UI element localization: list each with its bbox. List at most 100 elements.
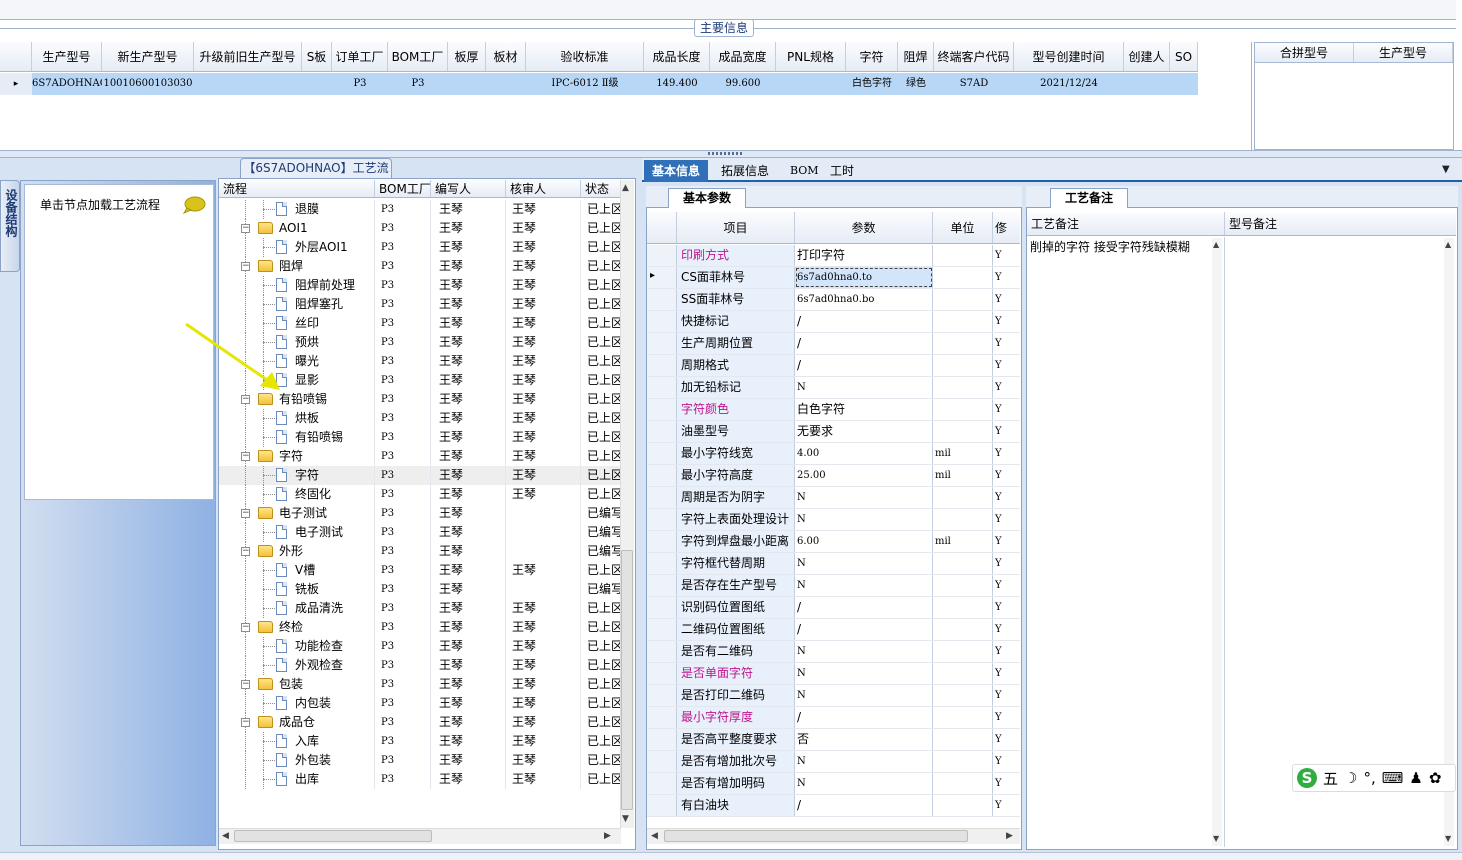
param-row[interactable]: 是否存在生产型号 N Y: [647, 575, 1020, 597]
process-tree-row[interactable]: − 成品仓 P3 王琴 王琴 已上区: [219, 713, 621, 732]
punctuation-icon[interactable]: °,: [1363, 769, 1375, 787]
param-unit-cell[interactable]: [933, 663, 993, 684]
param-modify-flag[interactable]: Y: [993, 311, 1019, 332]
collapse-toggle-icon[interactable]: −: [241, 718, 250, 727]
scroll-left-icon[interactable]: ◀: [222, 831, 229, 841]
param-modify-flag[interactable]: Y: [993, 729, 1019, 750]
param-unit-cell[interactable]: [933, 553, 993, 574]
process-node[interactable]: 外层AOI1: [219, 238, 375, 257]
param-modify-flag[interactable]: Y: [993, 707, 1019, 728]
main-col-header[interactable]: 成品长度: [644, 42, 710, 71]
ime-mode[interactable]: 五: [1323, 768, 1338, 789]
process-node[interactable]: 电子测试: [219, 523, 375, 542]
param-unit-cell[interactable]: [933, 773, 993, 794]
main-col-header[interactable]: 板厚: [448, 42, 486, 71]
splitter-grip-icon[interactable]: [708, 152, 742, 155]
param-unit-cell[interactable]: [933, 399, 993, 420]
scroll-right-icon[interactable]: ▶: [604, 831, 611, 841]
process-node[interactable]: − 电子测试: [219, 504, 375, 523]
process-tree-row[interactable]: − 外形 P3 王琴 已编写: [219, 542, 621, 561]
scroll-down-icon[interactable]: ▼: [1213, 834, 1219, 843]
main-cell[interactable]: [1124, 73, 1170, 95]
main-cell[interactable]: [302, 73, 332, 95]
model-remark-scrollbar[interactable]: [1444, 238, 1454, 846]
process-node[interactable]: − 终检: [219, 618, 375, 637]
param-row[interactable]: 是否高平整度要求否 Y: [647, 729, 1020, 751]
main-col-header[interactable]: SO: [1170, 42, 1198, 71]
process-flow-tab[interactable]: 【6S7ADOHNAO】工艺流程: [240, 158, 392, 193]
param-modify-flag[interactable]: Y: [993, 619, 1019, 640]
param-modify-flag[interactable]: Y: [993, 443, 1019, 464]
process-remark-tab[interactable]: 工艺备注: [1050, 188, 1128, 208]
main-col-header[interactable]: 终端客户代码: [934, 42, 1014, 71]
main-info-grid[interactable]: 生产型号 新生产型号 升级前旧生产型号 S板 订单工厂 BOM工厂 板厚 板材 验收标准 成品长度…: [0, 42, 1252, 150]
row-indicator[interactable]: [647, 377, 677, 398]
main-col-header[interactable]: PNL规格: [776, 42, 846, 71]
param-row[interactable]: 字符框代替周期 N Y: [647, 553, 1020, 575]
scroll-left-icon[interactable]: ◀: [651, 831, 658, 841]
param-row[interactable]: 印刷方式 打印字符 Y: [647, 245, 1020, 267]
param-unit-cell[interactable]: [933, 795, 993, 816]
param-row[interactable]: 识别码位置图纸 / Y: [647, 597, 1020, 619]
tab-work-hours[interactable]: 工时: [822, 160, 862, 182]
collapse-toggle-icon[interactable]: −: [241, 395, 250, 404]
param-row[interactable]: 最小字符厚度 / Y: [647, 707, 1020, 729]
row-indicator[interactable]: [647, 531, 677, 552]
row-indicator[interactable]: [647, 355, 677, 376]
main-col-header[interactable]: 阻焊: [898, 42, 934, 71]
param-value-cell[interactable]: N: [795, 553, 933, 574]
param-row[interactable]: 加无铅标记 N Y: [647, 377, 1020, 399]
process-node[interactable]: 终固化: [219, 485, 375, 504]
process-tree-row[interactable]: 铣板 P3 王琴 已编写: [219, 580, 621, 599]
param-value-cell[interactable]: 6s7ad0hna0.to: [795, 267, 933, 288]
param-modify-flag[interactable]: Y: [993, 267, 1019, 288]
param-row[interactable]: 是否有增加批次号 N Y: [647, 751, 1020, 773]
process-tree-row[interactable]: 外层AOI1 P3 王琴 王琴 已上区: [219, 238, 621, 257]
row-indicator[interactable]: [647, 311, 677, 332]
process-node[interactable]: 功能检查: [219, 637, 375, 656]
param-value-cell[interactable]: N: [795, 487, 933, 508]
main-col-header[interactable]: 验收标准: [526, 42, 644, 71]
equipment-structure-tab[interactable]: 设备结构: [0, 180, 20, 272]
row-indicator[interactable]: [647, 663, 677, 684]
main-cell[interactable]: 6S7ADOHNAO: [32, 73, 102, 95]
process-node[interactable]: − 字符: [219, 447, 375, 466]
keyboard-icon[interactable]: ⌨: [1382, 769, 1404, 787]
param-row[interactable]: 是否有增加明码 N Y: [647, 773, 1020, 795]
row-indicator[interactable]: [647, 641, 677, 662]
row-indicator[interactable]: [647, 619, 677, 640]
process-tree-row[interactable]: 阻焊塞孔 P3 王琴 王琴 已上区: [219, 295, 621, 314]
collapse-toggle-icon[interactable]: −: [241, 262, 250, 271]
process-tree-row[interactable]: − 电子测试 P3 王琴 已编写: [219, 504, 621, 523]
scroll-down-icon[interactable]: ▼: [622, 814, 629, 824]
param-row[interactable]: ▸ CS面菲林号 6s7ad0hna0.to Y: [647, 267, 1020, 289]
main-col-header[interactable]: 新生产型号: [102, 42, 194, 71]
param-unit-cell[interactable]: mil: [933, 531, 993, 552]
process-node[interactable]: 成品清洗: [219, 599, 375, 618]
row-indicator[interactable]: ▸: [647, 267, 677, 288]
main-col-header[interactable]: 型号创建时间: [1014, 42, 1124, 71]
param-modify-flag[interactable]: Y: [993, 289, 1019, 310]
param-unit-cell[interactable]: [933, 685, 993, 706]
scroll-down-icon[interactable]: ▼: [1445, 834, 1451, 843]
param-unit-cell[interactable]: [933, 267, 993, 288]
col-modify[interactable]: 俢: [993, 212, 1019, 243]
main-col-header[interactable]: 字符: [846, 42, 898, 71]
param-modify-flag[interactable]: Y: [993, 421, 1019, 442]
col-model-remark[interactable]: 型号备注: [1225, 212, 1456, 235]
col-status[interactable]: 状态: [581, 180, 621, 197]
param-unit-cell[interactable]: [933, 487, 993, 508]
param-row[interactable]: 字符到焊盘最小距离 6.00 mil Y: [647, 531, 1020, 553]
param-row[interactable]: 有白油块 / Y: [647, 795, 1020, 817]
param-modify-flag[interactable]: Y: [993, 531, 1019, 552]
col-process-remark[interactable]: 工艺备注: [1027, 212, 1225, 235]
process-tree-row[interactable]: 内包装 P3 王琴 王琴 已上区: [219, 694, 621, 713]
tab-dropdown-icon[interactable]: ▼: [1442, 164, 1450, 175]
main-cell[interactable]: [486, 73, 526, 95]
tab-bom[interactable]: BOM: [782, 160, 827, 182]
param-value-cell[interactable]: N: [795, 509, 933, 530]
param-value-cell[interactable]: /: [795, 311, 933, 332]
row-indicator-icon[interactable]: ▸: [0, 73, 32, 95]
param-row[interactable]: 是否单面字符 N Y: [647, 663, 1020, 685]
scroll-right-icon[interactable]: ▶: [1006, 831, 1013, 841]
